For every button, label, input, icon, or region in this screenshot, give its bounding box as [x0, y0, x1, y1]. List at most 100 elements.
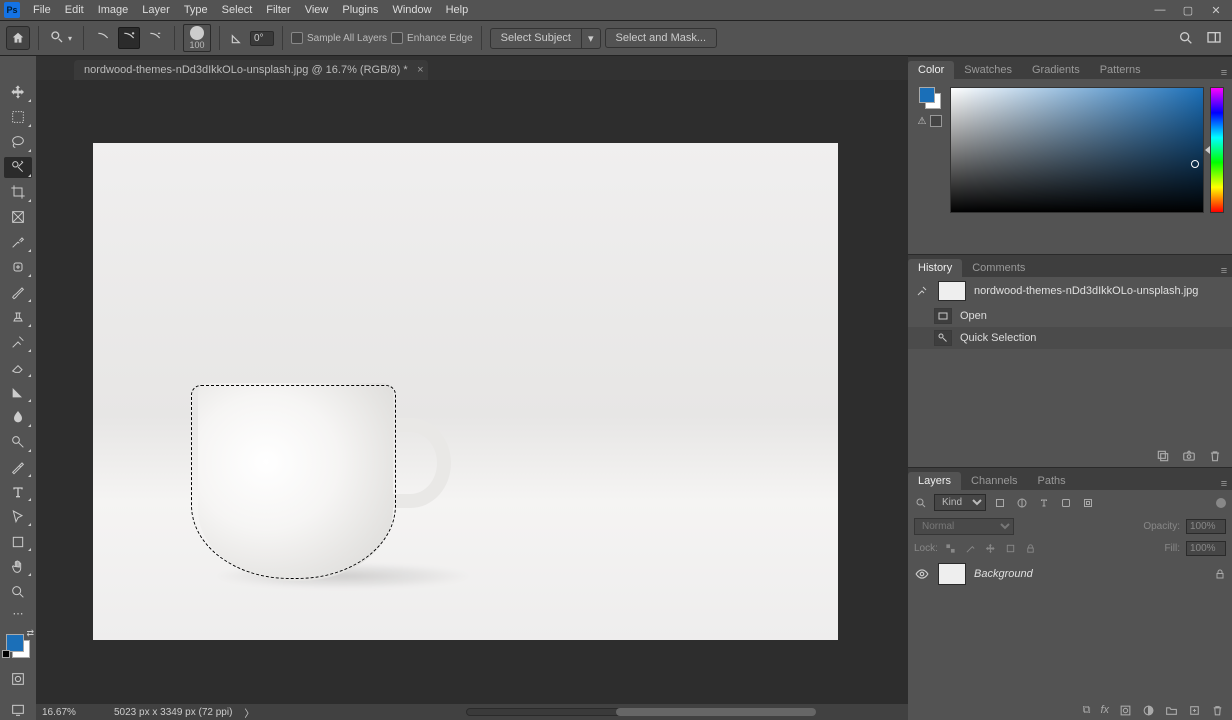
type-tool-icon[interactable] — [4, 482, 32, 503]
menu-type[interactable]: Type — [177, 2, 215, 18]
tab-swatches[interactable]: Swatches — [954, 61, 1022, 79]
panel-menu-icon[interactable]: ≡ — [1216, 265, 1232, 277]
swap-colors-icon[interactable]: ⇄ — [26, 628, 34, 639]
home-button[interactable] — [6, 26, 30, 50]
tab-color[interactable]: Color — [908, 61, 954, 79]
brush-tool-icon[interactable] — [4, 282, 32, 303]
default-colors-icon[interactable] — [2, 650, 10, 658]
healing-brush-tool-icon[interactable] — [4, 257, 32, 278]
lock-transparency-icon[interactable] — [944, 542, 958, 556]
panel-color-swatches[interactable] — [919, 87, 941, 109]
sample-all-layers-checkbox[interactable]: Sample All Layers — [291, 32, 387, 44]
delete-layer-icon[interactable] — [1211, 704, 1224, 717]
angle-icon[interactable] — [228, 29, 246, 47]
subtract-selection-mode-icon[interactable] — [144, 27, 166, 49]
tab-patterns[interactable]: Patterns — [1090, 61, 1151, 79]
lock-pixels-icon[interactable] — [964, 542, 978, 556]
menu-view[interactable]: View — [298, 2, 336, 18]
doc-info-label[interactable]: 5023 px x 3349 px (72 ppi) — [114, 707, 232, 718]
color-field[interactable] — [950, 87, 1204, 213]
tab-comments[interactable]: Comments — [962, 259, 1035, 277]
frame-tool-icon[interactable] — [4, 207, 32, 228]
panel-menu-icon[interactable]: ≡ — [1216, 478, 1232, 490]
tab-layers[interactable]: Layers — [908, 472, 961, 490]
crop-tool-icon[interactable] — [4, 182, 32, 203]
quick-mask-icon[interactable] — [4, 668, 32, 689]
close-tab-icon[interactable]: × — [417, 64, 423, 76]
select-subject-dropdown[interactable]: ▾ — [582, 28, 601, 49]
tab-channels[interactable]: Channels — [961, 472, 1027, 490]
window-close-icon[interactable]: ✕ — [1202, 1, 1230, 19]
select-subject-button[interactable]: Select Subject — [490, 28, 582, 49]
marquee-tool-icon[interactable] — [4, 107, 32, 128]
layer-thumbnail[interactable] — [938, 563, 966, 585]
filter-pixel-icon[interactable] — [992, 495, 1008, 511]
window-maximize-icon[interactable]: ▢ — [1174, 1, 1202, 19]
link-layers-icon[interactable]: ⧉ — [1083, 704, 1091, 717]
menu-file[interactable]: File — [26, 2, 58, 18]
tab-paths[interactable]: Paths — [1028, 472, 1076, 490]
filter-adjustment-icon[interactable] — [1014, 495, 1030, 511]
gamut-warning-icon[interactable]: ⚠ — [918, 116, 927, 127]
filter-type-icon[interactable] — [1036, 495, 1052, 511]
color-swatches[interactable]: ⇄ — [2, 628, 34, 659]
layer-visibility-icon[interactable] — [914, 567, 930, 581]
window-minimize-icon[interactable]: — — [1146, 1, 1174, 19]
lock-position-icon[interactable] — [984, 542, 998, 556]
blur-tool-icon[interactable] — [4, 407, 32, 428]
tool-preset-dropdown[interactable]: ▾ — [47, 26, 75, 50]
pen-tool-icon[interactable] — [4, 457, 32, 478]
filter-toggle-switch[interactable] — [1216, 498, 1226, 508]
filter-shape-icon[interactable] — [1058, 495, 1074, 511]
brush-preset-picker[interactable]: 100 — [183, 24, 211, 52]
menu-help[interactable]: Help — [439, 2, 476, 18]
foreground-color-swatch[interactable] — [6, 634, 24, 652]
eyedropper-tool-icon[interactable] — [4, 232, 32, 253]
path-selection-tool-icon[interactable] — [4, 506, 32, 527]
menu-layer[interactable]: Layer — [135, 2, 177, 18]
add-selection-mode-icon[interactable] — [118, 27, 140, 49]
lock-all-icon[interactable] — [1024, 542, 1038, 556]
panel-fg-swatch[interactable] — [919, 87, 935, 103]
hand-tool-icon[interactable] — [4, 556, 32, 577]
layer-row-background[interactable]: Background — [908, 559, 1232, 589]
quick-selection-tool-icon[interactable] — [4, 157, 32, 178]
lasso-tool-icon[interactable] — [4, 132, 32, 153]
delete-state-icon[interactable] — [1208, 449, 1222, 463]
gradient-tool-icon[interactable] — [4, 382, 32, 403]
tab-history[interactable]: History — [908, 259, 962, 277]
document-tab[interactable]: nordwood-themes-nDd3dIkkOLo-unsplash.jpg… — [74, 60, 428, 80]
edit-toolbar-icon[interactable]: ⋯ — [4, 606, 32, 619]
clone-stamp-tool-icon[interactable] — [4, 307, 32, 328]
menu-image[interactable]: Image — [91, 2, 136, 18]
workspace-switcher-icon[interactable] — [1202, 26, 1226, 50]
menu-select[interactable]: Select — [215, 2, 260, 18]
filter-smart-icon[interactable] — [1080, 495, 1096, 511]
new-group-icon[interactable] — [1165, 704, 1178, 717]
dodge-tool-icon[interactable] — [4, 432, 32, 453]
menu-window[interactable]: Window — [385, 2, 438, 18]
layer-lock-icon[interactable] — [1214, 568, 1226, 580]
zoom-tool-icon[interactable] — [4, 581, 32, 602]
doc-info-chevron-icon[interactable]: 〉 — [244, 705, 254, 720]
menu-edit[interactable]: Edit — [58, 2, 91, 18]
screen-mode-icon[interactable] — [4, 699, 32, 720]
history-item-open[interactable]: Open — [908, 305, 1232, 327]
new-selection-mode-icon[interactable] — [92, 27, 114, 49]
canvas[interactable] — [93, 143, 838, 640]
new-layer-icon[interactable] — [1188, 704, 1201, 717]
eraser-tool-icon[interactable] — [4, 357, 32, 378]
horizontal-scrollbar[interactable] — [266, 707, 902, 717]
history-item-quick-selection[interactable]: Quick Selection — [908, 327, 1232, 349]
panel-menu-icon[interactable]: ≡ — [1216, 67, 1232, 79]
layer-fx-icon[interactable]: fx — [1100, 704, 1109, 716]
history-brush-tool-icon[interactable] — [4, 332, 32, 353]
search-icon[interactable] — [1174, 26, 1198, 50]
history-source-row[interactable]: nordwood-themes-nDd3dIkkOLo-unsplash.jpg — [908, 277, 1232, 305]
rectangle-tool-icon[interactable] — [4, 531, 32, 552]
hue-slider[interactable] — [1210, 87, 1224, 213]
select-and-mask-button[interactable]: Select and Mask... — [605, 28, 718, 48]
menu-filter[interactable]: Filter — [259, 2, 297, 18]
new-doc-from-state-icon[interactable] — [1156, 449, 1170, 463]
filter-kind-select[interactable]: Kind — [934, 494, 986, 511]
